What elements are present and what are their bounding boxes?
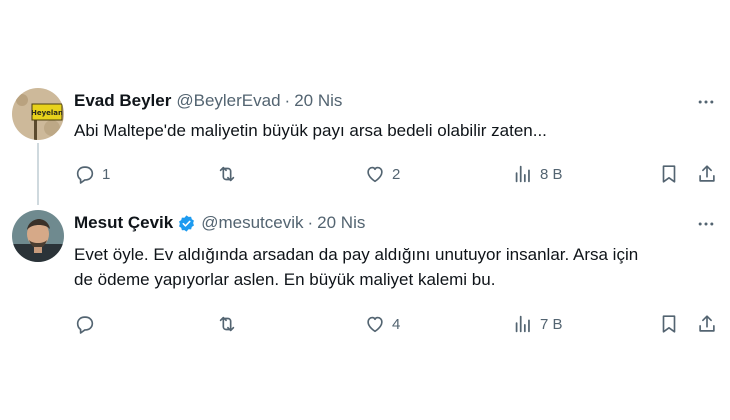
tweet-date[interactable]: 20 Nis [294,91,342,111]
views-button[interactable]: 7 B [512,306,563,342]
avatar[interactable]: Heyelan [12,88,64,140]
like-icon [367,166,383,183]
views-count: 7 B [540,315,563,333]
bookmark-icon [662,165,676,183]
more-icon [698,100,714,104]
reply-button[interactable]: 1 [74,156,110,192]
retweet-button[interactable] [216,306,244,342]
retweet-button[interactable] [216,156,244,192]
like-count: 2 [392,165,401,183]
retweet-icon [219,316,235,332]
bookmark-button[interactable] [658,156,680,192]
author-name[interactable]: Mesut Çevik [74,213,173,233]
avatar-image [12,210,64,262]
author-handle[interactable]: @mesutcevik [201,213,303,233]
tweet-thread: Heyelan Evad Beyler @BeylerEvad · 20 Nis… [0,0,730,420]
avatar[interactable] [12,210,64,262]
like-count: 4 [392,315,401,333]
views-button[interactable]: 8 B [512,156,563,192]
verified-badge-icon [179,214,195,232]
avatar-image: Heyelan [12,88,64,140]
like-icon [367,316,383,333]
bookmark-button[interactable] [658,306,680,342]
reply-count: 1 [102,165,111,183]
share-button[interactable] [696,156,718,192]
views-icon [515,165,530,183]
views-count: 8 B [540,165,563,183]
bookmark-icon [662,315,676,333]
tweet-text-line: Evet öyle. Ev aldığında arsadan da pay a… [74,245,639,264]
reply-icon [76,316,94,334]
more-button[interactable] [694,212,718,236]
tweet[interactable]: Heyelan Evad Beyler @BeylerEvad · 20 Nis… [0,84,730,194]
tweet-text-line: de ödeme yapıyorlar aslen. En büyük mali… [74,270,496,289]
like-button[interactable]: 2 [364,156,400,192]
retweet-icon [219,166,235,182]
share-icon [699,165,715,182]
tweet-actions: 1 2 8 B [60,156,720,192]
tweet-text: Abi Maltepe'de maliyetin büyük payı arsa… [74,121,547,140]
tweet[interactable]: Mesut Çevik @mesutcevik · 20 Nis Evet öy… [0,206,730,346]
avatar-sign-text: Heyelan [31,109,63,117]
separator-dot: · [307,213,314,232]
author-handle[interactable]: @BeylerEvad [176,91,280,111]
share-icon [699,315,715,332]
like-button[interactable]: 4 [364,306,400,342]
more-icon [698,222,714,226]
tweet-text: Evet öyle. Ev aldığında arsadan da pay a… [74,242,714,292]
separator-dot: · [284,91,291,110]
share-button[interactable] [696,306,718,342]
tweet-date[interactable]: 20 Nis [317,213,365,233]
tweet-header: Mesut Çevik @mesutcevik · 20 Nis [74,212,365,234]
tweet-header: Evad Beyler @BeylerEvad · 20 Nis [74,90,342,112]
views-icon [515,315,530,333]
author-name[interactable]: Evad Beyler [74,91,171,111]
tweet-actions: 4 7 B [60,306,720,342]
reply-button[interactable] [74,306,102,342]
more-button[interactable] [694,90,718,114]
reply-icon [76,166,94,184]
